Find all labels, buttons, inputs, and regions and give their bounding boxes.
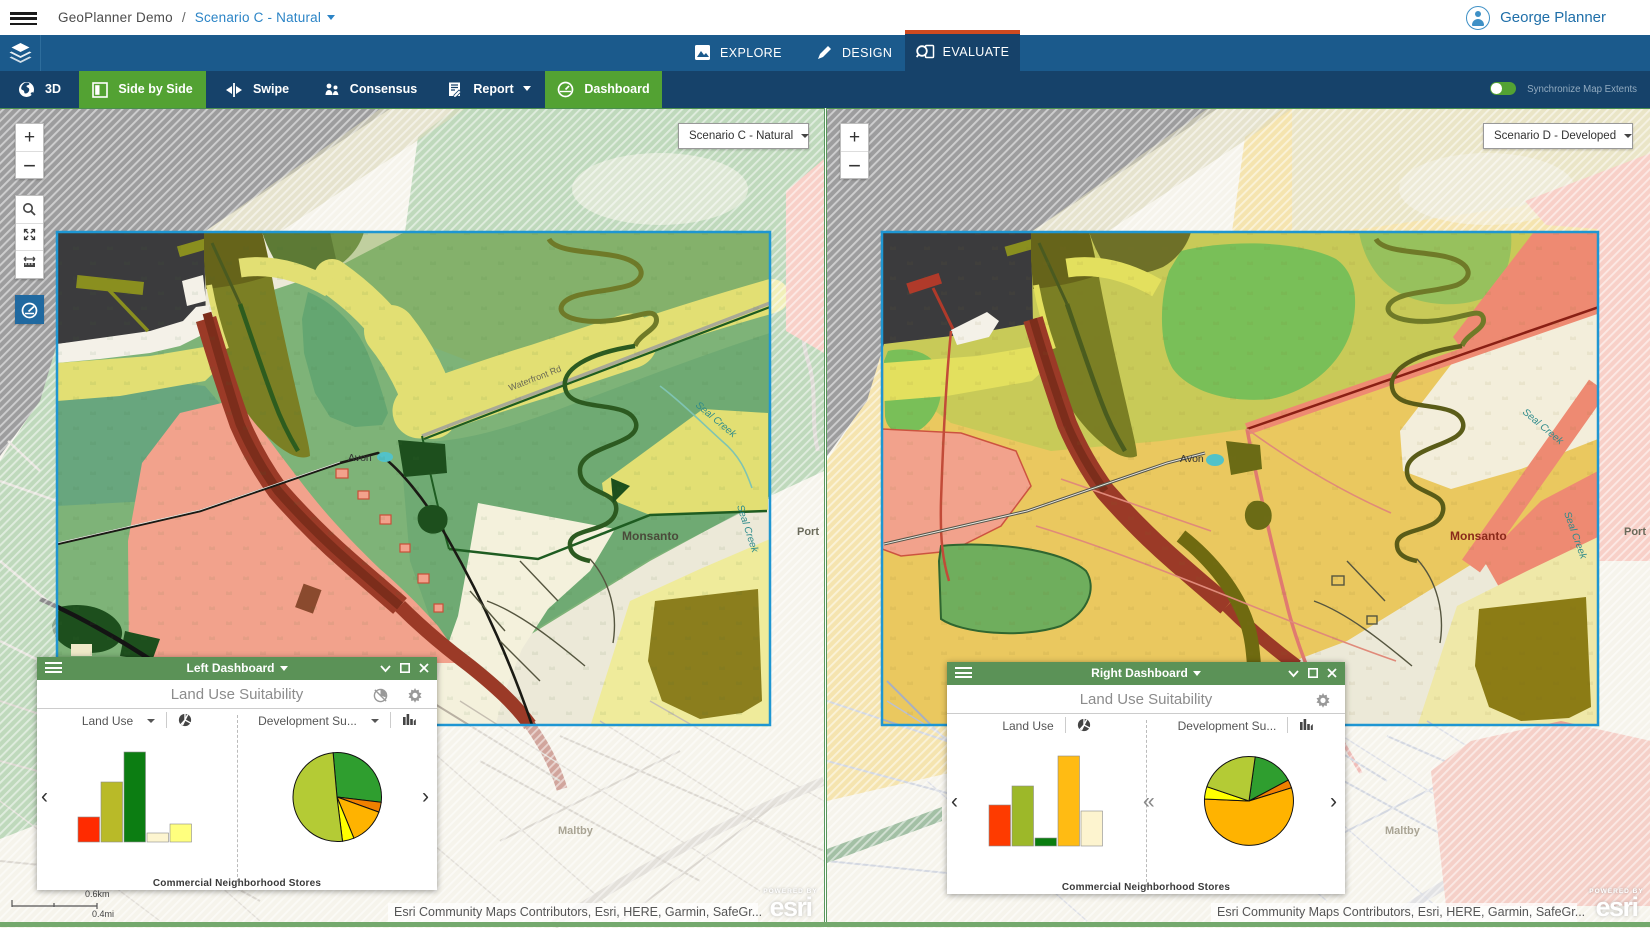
svg-text:Maltby: Maltby (1385, 825, 1421, 837)
svg-text:Maltby: Maltby (558, 825, 594, 837)
svg-text:Monsanto: Monsanto (622, 529, 679, 543)
svg-text:0.4mi: 0.4mi (92, 909, 114, 919)
svg-text:Monsanto: Monsanto (1450, 529, 1507, 543)
svg-text:Port: Port (797, 526, 819, 538)
svg-text:Avon: Avon (1180, 453, 1204, 465)
svg-text:Port: Port (1624, 526, 1646, 538)
svg-text:Avon: Avon (348, 452, 372, 464)
svg-text:0.6km: 0.6km (85, 889, 110, 899)
